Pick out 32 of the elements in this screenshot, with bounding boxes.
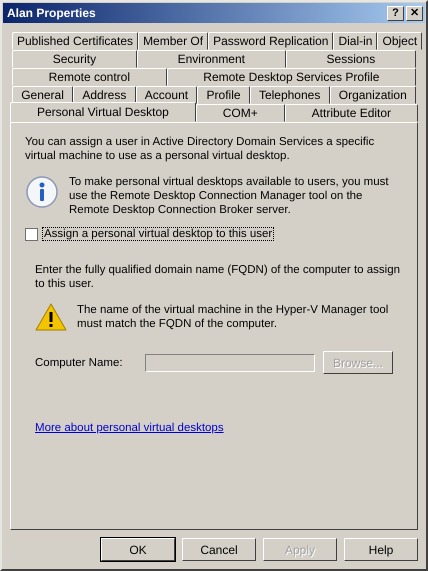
tab[interactable]: Published Certificates — [12, 32, 138, 50]
tab[interactable]: Environment — [136, 50, 286, 68]
tab[interactable]: Dial-in — [333, 32, 378, 50]
tab[interactable]: Password Replication — [208, 32, 334, 50]
fqdn-text: Enter the fully qualified domain name (FQDN) of the computer to assign to this user. — [35, 263, 401, 291]
tab[interactable]: Attribute Editor — [284, 104, 418, 122]
help-link[interactable]: More about personal virtual desktops — [35, 422, 224, 434]
window-title: Alan Properties — [7, 6, 97, 20]
dialog-button[interactable]: OK — [101, 538, 175, 561]
tab[interactable]: Personal Virtual Desktop — [10, 102, 196, 122]
intro-text: You can assign a user in Active Directory Domain Services a specific virtual machine to use as a personal virtual desktop. — [25, 135, 376, 163]
info-icon — [25, 175, 59, 209]
checkbox[interactable] — [25, 228, 38, 240]
tab[interactable]: COM+ — [196, 104, 285, 122]
help-button[interactable]: ? — [387, 6, 404, 20]
tab[interactable]: Remote Desktop Services Profile — [166, 68, 416, 86]
close-button[interactable]: ✕ — [406, 6, 423, 20]
warning-icon — [35, 303, 67, 331]
tab[interactable]: Object — [377, 32, 422, 50]
tab[interactable]: Member Of — [138, 32, 208, 50]
tab[interactable]: Security — [12, 50, 137, 68]
tab[interactable]: Remote control — [12, 68, 167, 86]
tab[interactable]: Sessions — [286, 50, 416, 68]
checkbox-label[interactable]: Assign a personal virtual desktop to this user — [42, 227, 274, 241]
tab[interactable]: Telephones — [250, 86, 330, 104]
info-note: To make personal virtual desktops available to users, you must use the Remote Desktop Connection Manager tool on the Remote Desktop Connection Broker server. — [69, 175, 390, 217]
dialog-button[interactable]: Cancel — [182, 538, 256, 561]
dialog-button[interactable]: Help — [344, 538, 418, 561]
tab[interactable]: Organization — [330, 86, 416, 104]
field-label: Computer Name: — [35, 356, 124, 368]
warning-note: The name of the virtual machine in the Hyper-V Manager tool must match the FQDN of the computer. — [77, 303, 390, 331]
tab[interactable]: Profile — [197, 86, 250, 104]
